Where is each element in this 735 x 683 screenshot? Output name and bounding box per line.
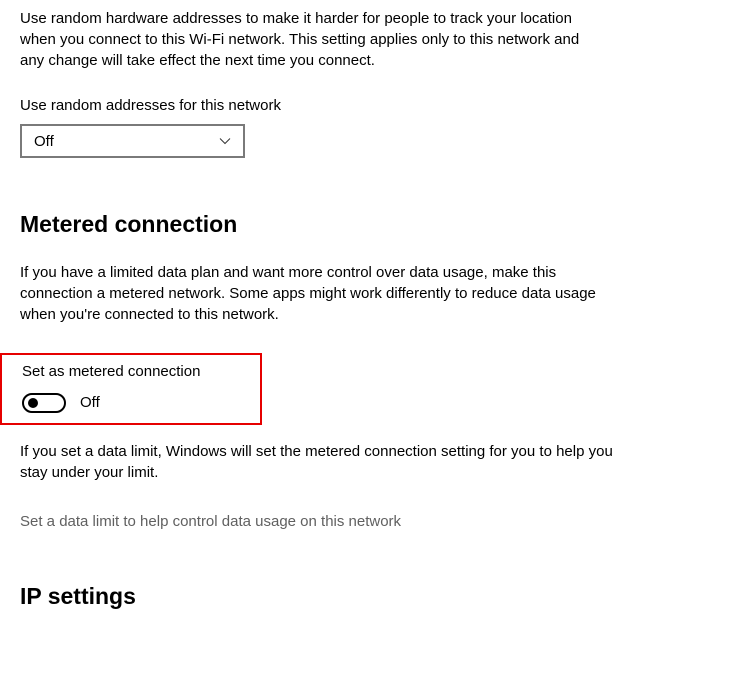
toggle-knob (28, 398, 38, 408)
random-hw-label: Use random addresses for this network (20, 95, 735, 116)
metered-toggle-label: Set as metered connection (22, 361, 248, 382)
metered-heading: Metered connection (20, 208, 735, 240)
metered-toggle[interactable] (22, 393, 66, 413)
chevron-down-icon (219, 135, 231, 147)
random-hw-dropdown-value: Off (34, 131, 54, 152)
random-hw-description: Use random hardware addresses to make it… (20, 8, 580, 71)
random-hw-dropdown[interactable]: Off (20, 124, 245, 158)
metered-description: If you have a limited data plan and want… (20, 262, 620, 325)
metered-highlight-box: Set as metered connection Off (0, 353, 262, 425)
metered-toggle-row: Off (22, 392, 248, 413)
data-limit-description: If you set a data limit, Windows will se… (20, 441, 620, 483)
metered-toggle-state: Off (80, 392, 100, 413)
data-limit-link[interactable]: Set a data limit to help control data us… (20, 511, 401, 532)
ip-heading: IP settings (20, 580, 735, 612)
